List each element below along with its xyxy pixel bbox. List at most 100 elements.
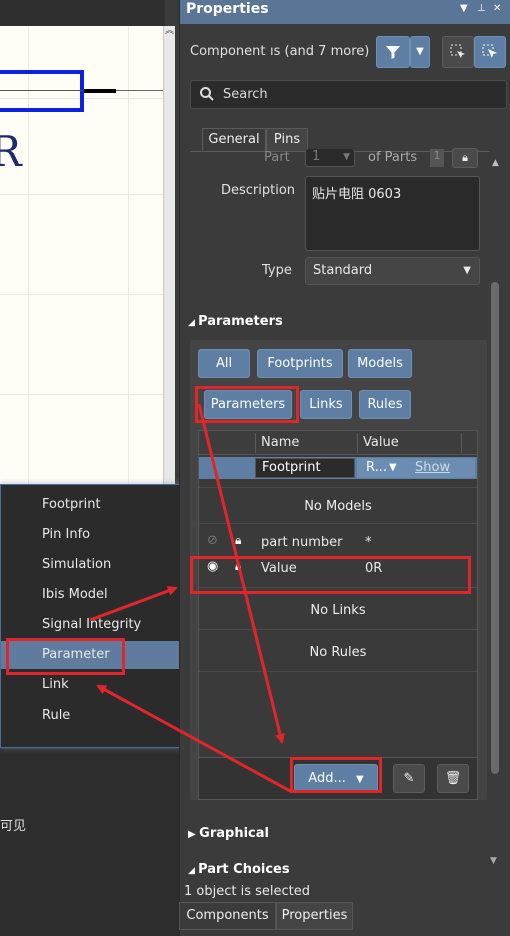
lock-part-button[interactable]: 🔒︎ (452, 148, 478, 168)
filter-links-button[interactable]: Links (300, 390, 352, 419)
menu-item-simulation[interactable]: Simulation (1, 551, 182, 579)
filter-icon (386, 46, 400, 59)
filter-all-button[interactable]: All (198, 349, 250, 378)
row-divider (199, 523, 477, 524)
resistor-inner-line (0, 90, 84, 91)
part-selector[interactable]: 1 ▼ (305, 149, 355, 167)
column-divider (255, 433, 256, 453)
canvas-top-strip (0, 0, 165, 26)
trash-icon: 🗑︎ (444, 771, 462, 786)
column-header-name[interactable]: Name (261, 435, 299, 450)
chevron-down-icon[interactable]: ▼ (389, 462, 397, 473)
graphical-section-title: Graphical (199, 826, 269, 841)
select-mode-button[interactable] (442, 36, 474, 68)
edit-button[interactable]: ✎ (393, 764, 425, 793)
footprint-row[interactable]: Footprint R... ▼ Show (199, 457, 477, 479)
menu-item-rule[interactable]: Rule (1, 702, 182, 730)
row-divider (199, 487, 477, 488)
graphical-section-header[interactable]: ▶ Graphical (188, 826, 269, 841)
menu-item-footprint[interactable]: Footprint (1, 491, 182, 519)
eye-hidden-icon[interactable]: ⊘ (207, 533, 218, 548)
add-context-menu: Footprint Pin Info Simulation Ibis Model… (0, 484, 183, 748)
footprint-value: R... (366, 460, 387, 475)
column-header-value[interactable]: Value (363, 435, 399, 450)
search-input[interactable]: Search (223, 87, 268, 102)
description-label: Description (221, 183, 296, 198)
no-models-text: No Models (304, 499, 372, 514)
param-row-part-number[interactable]: ⊘ 🔒︎ part number * (199, 531, 477, 555)
type-value: Standard (313, 263, 373, 278)
triangle-down-icon: ◢ (188, 866, 199, 876)
chevron-up-icon[interactable]: ︽ (165, 26, 174, 36)
part-choices-section-title: Part Choices (198, 862, 290, 877)
lock-icon: 🔒︎ (462, 151, 468, 164)
filter-footprints-button[interactable]: Footprints (257, 349, 343, 378)
description-field[interactable]: 贴片电阻 0603 (305, 176, 480, 251)
selection-status: 1 object is selected (184, 884, 310, 899)
search-icon (200, 87, 214, 101)
chevron-down-icon: ▼ (343, 152, 350, 162)
schematic-canvas[interactable]: R (0, 26, 165, 486)
tab-components[interactable]: Components (179, 902, 276, 930)
panel-title: Properties (186, 1, 269, 17)
scroll-down-icon[interactable]: ▼ (490, 856, 497, 866)
show-footprint-link[interactable]: Show (415, 460, 450, 475)
triangle-down-icon: ◢ (188, 318, 199, 328)
panel-menu-icon[interactable]: ▼ (460, 3, 468, 14)
parameters-section-title: Parameters (198, 314, 283, 329)
designator-text: R (0, 127, 22, 176)
no-links-text: No Links (310, 603, 366, 618)
parameters-table: Name Value Footprint R... ▼ Show No Mode… (198, 430, 478, 800)
triangle-right-icon: ▶ (188, 829, 200, 840)
pin-icon[interactable]: ⊥ (477, 3, 486, 14)
of-parts-value: 1 (430, 149, 444, 167)
column-divider (357, 433, 358, 453)
row-divider (199, 671, 477, 672)
menu-item-link[interactable]: Link (1, 671, 182, 699)
tab-general[interactable]: General (202, 128, 266, 152)
component-filter-value: ıs (and 7 more) (270, 44, 370, 59)
part-value: 1 (312, 149, 321, 164)
grid-line (128, 26, 129, 486)
footprint-name-cell[interactable]: Footprint (255, 458, 355, 478)
row-divider (199, 629, 477, 630)
visible-text-fragment: 可见 (0, 819, 27, 834)
annotation-box-add-button (290, 757, 382, 793)
filter-dropdown-button[interactable]: ▼ (410, 36, 430, 68)
type-select[interactable]: Standard ▼ (305, 257, 480, 285)
grid-line (0, 194, 165, 195)
canvas-scrollbar[interactable]: ︽ (163, 26, 175, 486)
scroll-up-icon[interactable]: ▲ (492, 158, 499, 168)
type-label: Type (262, 263, 292, 278)
footprint-value-cell[interactable]: R... ▼ Show (357, 458, 475, 478)
grid-line (0, 294, 165, 295)
resistor-lead (84, 89, 116, 93)
of-parts-label: of Parts (368, 150, 418, 165)
close-icon[interactable]: ✕ (493, 3, 501, 14)
resistor-symbol[interactable] (0, 70, 84, 112)
pick-mode-button[interactable] (474, 36, 506, 68)
annotation-box-parameter-menu-item (6, 638, 125, 675)
filter-button[interactable] (376, 36, 410, 68)
menu-item-ibis-model[interactable]: Ibis Model (1, 581, 182, 609)
param-name: part number (261, 535, 343, 550)
cursor-icon (482, 44, 497, 58)
delete-button[interactable]: 🗑︎ (437, 764, 469, 793)
annotation-box-parameters-filter (195, 386, 299, 423)
filter-models-button[interactable]: Models (348, 349, 412, 378)
pencil-icon: ✎ (403, 771, 415, 786)
part-choices-section-header[interactable]: ◢ Part Choices (188, 862, 290, 877)
grid-line (0, 394, 165, 395)
search-box[interactable]: Search (190, 80, 507, 109)
component-filter-label: Component (190, 44, 266, 59)
tab-properties[interactable]: Properties (276, 902, 353, 930)
lock-icon[interactable]: 🔒︎ (235, 533, 241, 548)
no-rules-text: No Rules (309, 645, 367, 660)
menu-item-signal-integrity[interactable]: Signal Integrity (1, 611, 182, 639)
panel-scrollbar[interactable] (491, 282, 499, 774)
properties-panel: Properties ▼ ⊥ ✕ Component ıs (and 7 mor… (179, 0, 510, 936)
filter-rules-button[interactable]: Rules (359, 390, 411, 419)
menu-item-pin-info[interactable]: Pin Info (1, 521, 182, 549)
parameters-section-header[interactable]: ◢ Parameters (188, 314, 283, 329)
tab-pins[interactable]: Pins (266, 128, 308, 152)
